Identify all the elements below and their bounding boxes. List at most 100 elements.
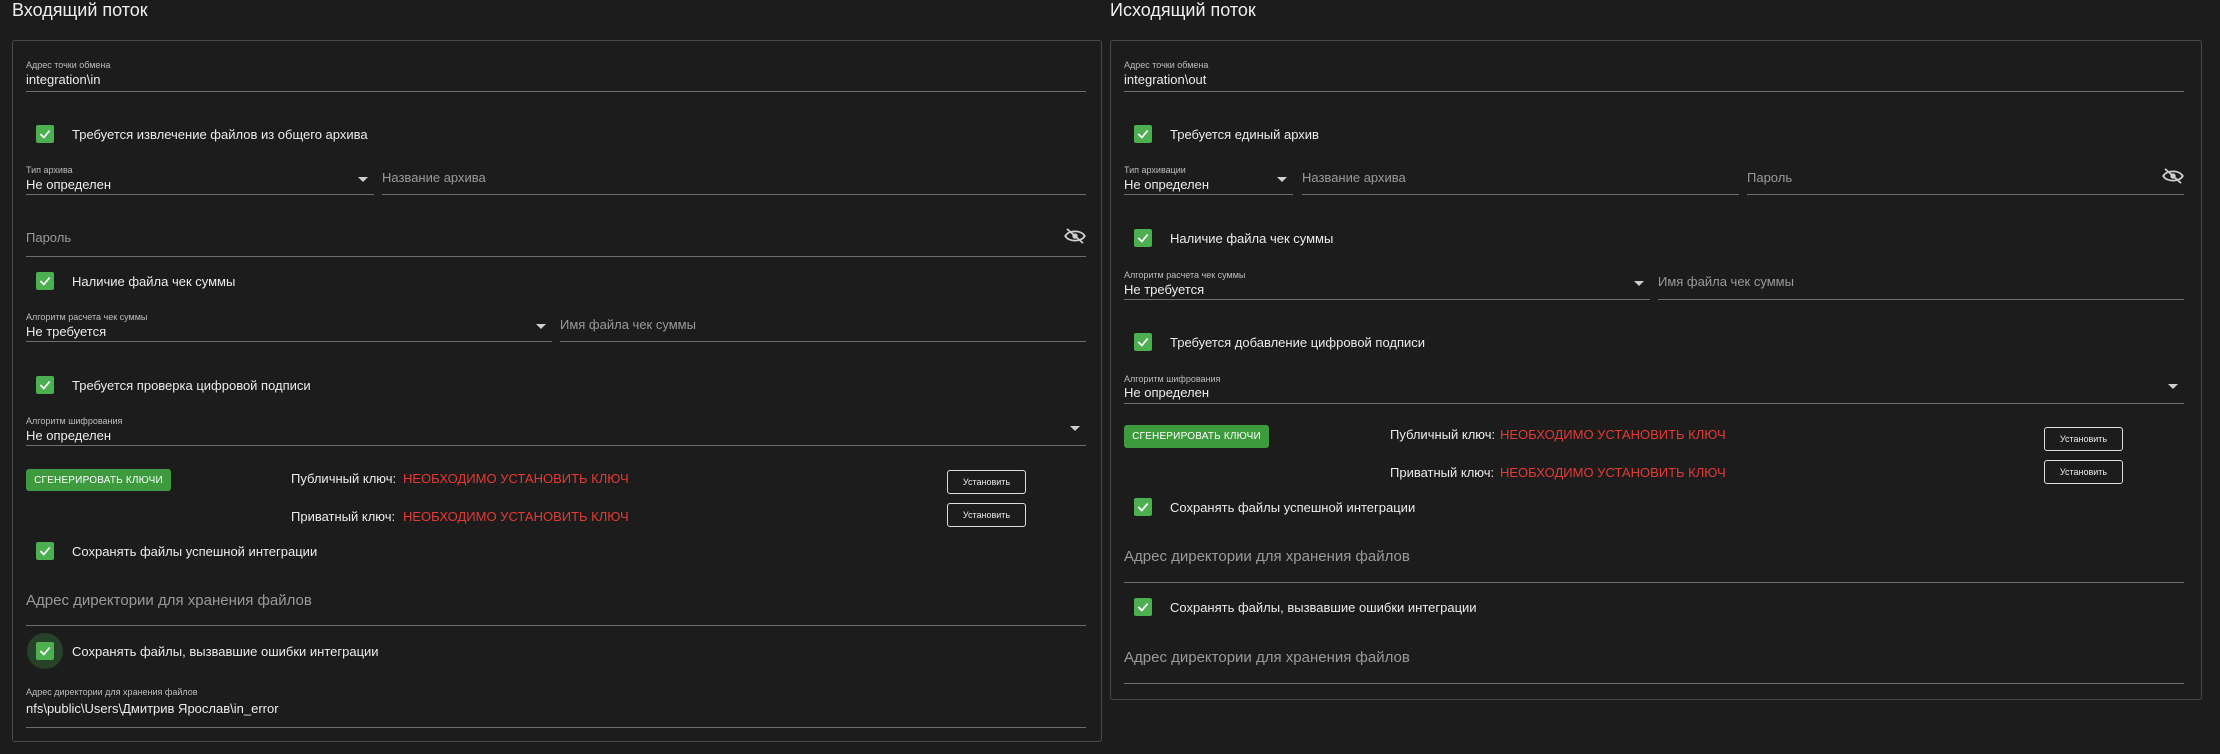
check-icon [39, 276, 51, 286]
checkbox-label: Сохранять файлы успешной интеграции [72, 543, 318, 559]
outgoing-error-dir-input[interactable]: Адрес директории для хранения файлов [1124, 648, 2184, 684]
arrow-drop-down-icon [2168, 384, 2178, 389]
checkbox-label: Сохранять файлы, вызвавшие ошибки интегр… [72, 643, 379, 659]
outgoing-save-errors-checkbox[interactable]: Сохранять файлы, вызвавшие ошибки интегр… [1134, 598, 1477, 616]
incoming-encryption-algo-select[interactable]: Алгоритм шифрования Не определен [26, 414, 1086, 446]
field-value: nfs\public\Users\Дмитрив Ярослав\in_erro… [26, 701, 279, 716]
incoming-set-private-key-button[interactable]: Установить [947, 503, 1026, 527]
outgoing-checksum-file-checkbox[interactable]: Наличие файла чек суммы [1134, 229, 1333, 247]
outgoing-checksum-filename-input[interactable]: Имя файла чек суммы [1658, 268, 2184, 300]
field-value: integration\out [1124, 72, 1207, 87]
field-placeholder: Адрес директории для хранения файлов [26, 592, 312, 609]
eye-off-icon[interactable] [1064, 228, 1086, 247]
field-value: Не определен [26, 428, 112, 443]
checkbox-label: Требуется проверка цифровой подписи [72, 377, 311, 393]
checkbox-box[interactable] [1134, 125, 1152, 143]
incoming-checksum-algo-select[interactable]: Алгоритм расчета чек суммы Не требуется [26, 310, 552, 342]
field-label: Алгоритм шифрования [1124, 374, 1221, 384]
incoming-checksum-file-checkbox[interactable]: Наличие файла чек суммы [36, 272, 235, 290]
outgoing-title: Исходящий поток [1110, 0, 1256, 20]
field-placeholder: Имя файла чек суммы [560, 317, 696, 332]
incoming-public-key-label: Публичный ключ: [291, 471, 397, 486]
field-value: Не определен [1124, 385, 1210, 400]
field-placeholder: Название архива [1302, 170, 1406, 185]
outgoing-generate-keys-button[interactable]: СГЕНЕРИРОВАТЬ КЛЮЧИ [1124, 425, 1269, 448]
checkbox-box[interactable] [1134, 229, 1152, 247]
field-label: Алгоритм расчета чек суммы [1124, 270, 1246, 280]
field-value: integration\in [26, 72, 101, 87]
outgoing-save-success-checkbox[interactable]: Сохранять файлы успешной интеграции [1134, 498, 1415, 516]
outgoing-add-signature-checkbox[interactable]: Требуется добавление цифровой подписи [1134, 333, 1425, 351]
field-placeholder: Пароль [26, 230, 72, 245]
field-placeholder: Название архива [382, 170, 486, 185]
checkbox-box[interactable] [36, 272, 54, 290]
incoming-extract-archive-checkbox[interactable]: Требуется извлечение файлов из общего ар… [36, 125, 368, 143]
checkbox-box[interactable] [36, 376, 54, 394]
arrow-drop-down-icon [1070, 426, 1080, 431]
incoming-password-input[interactable]: Пароль [26, 222, 1086, 257]
incoming-private-key-status: НЕОБХОДИМО УСТАНОВИТЬ КЛЮЧ [403, 509, 629, 524]
incoming-public-key-status: НЕОБХОДИМО УСТАНОВИТЬ КЛЮЧ [403, 471, 629, 486]
checkbox-label: Наличие файла чек суммы [1170, 230, 1334, 246]
incoming-set-public-key-button[interactable]: Установить [947, 470, 1026, 494]
checkbox-box[interactable] [36, 642, 54, 660]
checkbox-box[interactable] [36, 542, 54, 560]
checkbox-label: Наличие файла чек суммы [72, 273, 236, 289]
checkbox-label: Требуется добавление цифровой подписи [1170, 334, 1426, 350]
check-icon [39, 380, 51, 390]
field-label: Адрес точки обмена [1124, 60, 1209, 70]
outgoing-single-archive-checkbox[interactable]: Требуется единый архив [1134, 125, 1319, 143]
field-value: Не определен [26, 177, 112, 192]
check-icon [39, 129, 51, 139]
field-placeholder: Адрес директории для хранения файлов [1124, 548, 1410, 565]
field-label: Адрес точки обмена [26, 60, 111, 70]
eye-off-icon[interactable] [2162, 168, 2184, 187]
outgoing-exchange-address-field[interactable]: Адрес точки обмена integration\out [1124, 58, 2184, 92]
outgoing-set-public-key-button[interactable]: Установить [2044, 427, 2123, 451]
incoming-save-errors-checkbox[interactable]: Сохранять файлы, вызвавшие ошибки интегр… [27, 633, 379, 669]
incoming-exchange-address-field[interactable]: Адрес точки обмена integration\in [26, 58, 1086, 92]
incoming-save-success-checkbox[interactable]: Сохранять файлы успешной интеграции [36, 542, 317, 560]
outgoing-private-key-label: Приватный ключ: [1390, 465, 1495, 480]
checkbox-box[interactable] [1134, 333, 1152, 351]
outgoing-success-dir-input[interactable]: Адрес директории для хранения файлов [1124, 547, 2184, 583]
checkbox-box[interactable] [1134, 498, 1152, 516]
arrow-drop-down-icon [536, 324, 546, 329]
incoming-verify-signature-checkbox[interactable]: Требуется проверка цифровой подписи [36, 376, 311, 394]
check-icon [1137, 233, 1149, 243]
outgoing-set-private-key-button[interactable]: Установить [2044, 460, 2123, 484]
outgoing-encryption-algo-select[interactable]: Алгоритм шифрования Не определен [1124, 372, 2184, 404]
incoming-archive-name-input[interactable]: Название архива [382, 163, 1086, 195]
checkbox-box[interactable] [36, 125, 54, 143]
outgoing-password-input[interactable]: Пароль [1747, 163, 2184, 195]
incoming-checksum-filename-input[interactable]: Имя файла чек суммы [560, 310, 1086, 342]
incoming-error-dir-input[interactable]: Адрес директории для хранения файлов nfs… [26, 686, 1086, 728]
incoming-generate-keys-button[interactable]: СГЕНЕРИРОВАТЬ КЛЮЧИ [26, 469, 171, 491]
outgoing-public-key-status: НЕОБХОДИМО УСТАНОВИТЬ КЛЮЧ [1500, 427, 1726, 442]
outgoing-archive-name-input[interactable]: Название архива [1302, 163, 1739, 195]
check-icon [1137, 337, 1149, 347]
field-value: Не определен [1124, 177, 1210, 192]
field-label: Тип архивации [1124, 165, 1186, 175]
field-label: Адрес директории для хранения файлов [26, 687, 198, 697]
field-placeholder: Пароль [1747, 170, 1793, 185]
arrow-drop-down-icon [1634, 281, 1644, 286]
check-icon [39, 646, 51, 656]
field-value: Не требуется [1124, 282, 1205, 297]
incoming-success-dir-input[interactable]: Адрес директории для хранения файлов [26, 590, 1086, 626]
field-placeholder: Имя файла чек суммы [1658, 274, 1794, 289]
outgoing-private-key-status: НЕОБХОДИМО УСТАНОВИТЬ КЛЮЧ [1500, 465, 1726, 480]
incoming-archive-type-select[interactable]: Тип архива Не определен [26, 163, 374, 195]
field-placeholder: Адрес директории для хранения файлов [1124, 649, 1410, 666]
outgoing-checksum-algo-select[interactable]: Алгоритм расчета чек суммы Не требуется [1124, 268, 1650, 300]
field-label: Тип архива [26, 165, 73, 175]
check-icon [1137, 502, 1149, 512]
field-value: Не требуется [26, 324, 107, 339]
checkbox-label: Требуется извлечение файлов из общего ар… [72, 126, 368, 142]
check-icon [1137, 602, 1149, 612]
outgoing-public-key-label: Публичный ключ: [1390, 427, 1496, 442]
outgoing-archive-type-select[interactable]: Тип архивации Не определен [1124, 163, 1293, 195]
checkbox-box[interactable] [1134, 598, 1152, 616]
checkbox-label: Требуется единый архив [1170, 126, 1319, 142]
arrow-drop-down-icon [358, 177, 368, 182]
